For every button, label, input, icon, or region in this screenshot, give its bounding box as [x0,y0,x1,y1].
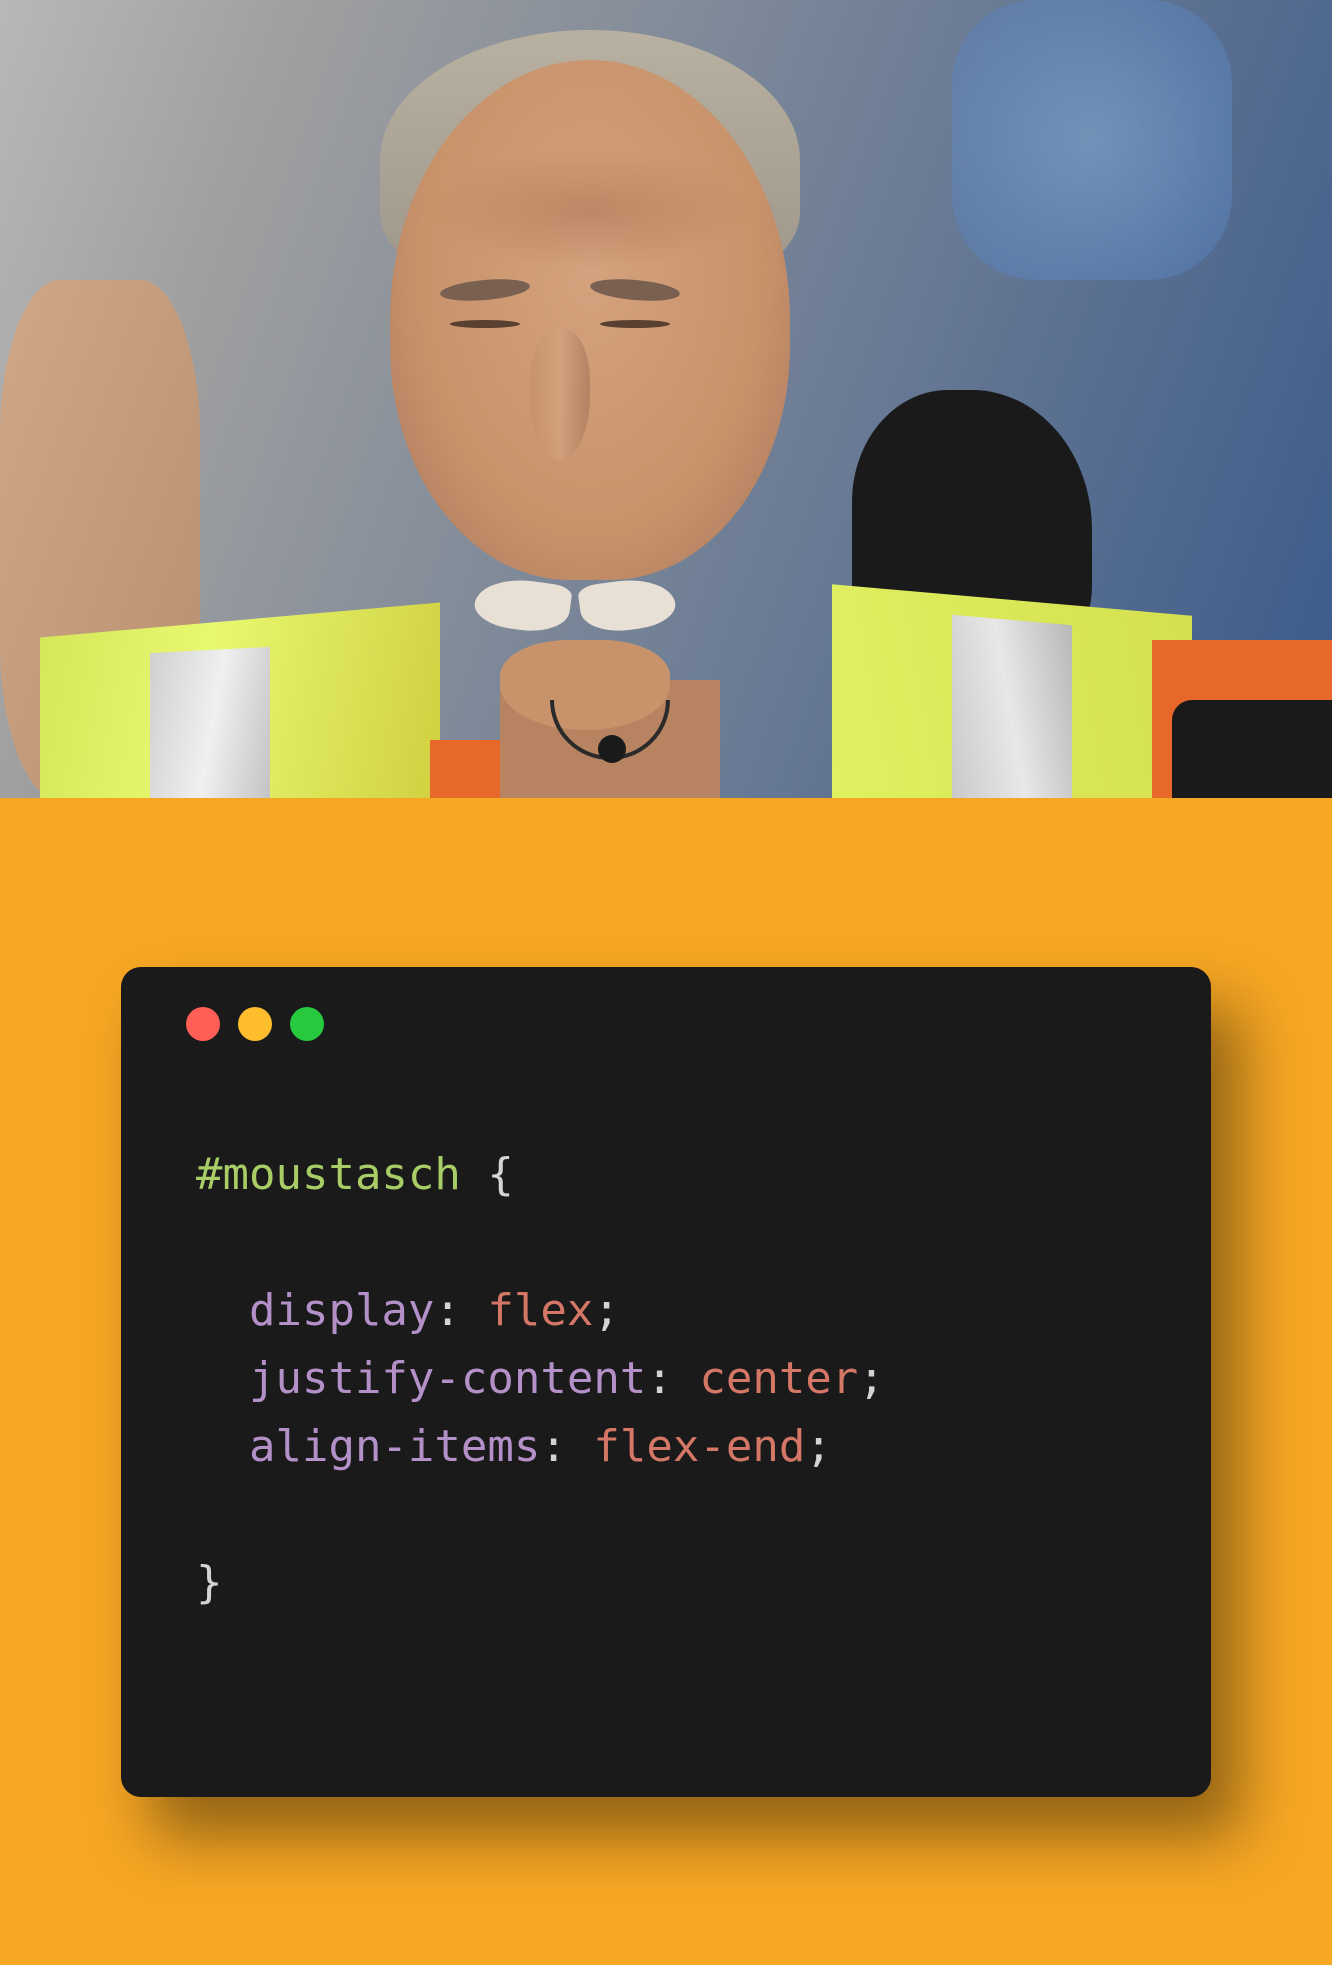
code-block: #moustasch { display: flex; justify-cont… [196,1141,1161,1618]
css-property: display [249,1285,434,1336]
reflective-strip-right [952,615,1072,798]
css-selector: #moustasch [196,1149,461,1200]
dark-object [1172,700,1332,798]
maximize-dot-icon [290,1007,324,1041]
code-panel-background: #moustasch { display: flex; justify-cont… [0,798,1332,1965]
window-traffic-lights [186,1007,1161,1041]
moustache-right [577,574,678,637]
close-brace: } [196,1557,223,1608]
nose [530,330,590,460]
close-dot-icon [186,1007,220,1041]
meme-photo [0,0,1332,798]
blank-line [196,1209,1161,1277]
blank-line [196,1481,1161,1549]
pendant [598,735,626,763]
forehead-shadow [430,150,750,270]
rule-line-2: justify-content: center; [196,1345,1161,1413]
css-property: justify-content [249,1353,646,1404]
code-window: #moustasch { display: flex; justify-cont… [121,967,1211,1797]
face [390,60,790,580]
rule-line-3: align-items: flex-end; [196,1413,1161,1481]
open-brace: { [487,1149,514,1200]
css-value: center [699,1353,858,1404]
selector-line: #moustasch { [196,1141,1161,1209]
rule-line-1: display: flex; [196,1277,1161,1345]
moustache-left [472,574,573,637]
css-value: flex [487,1285,593,1336]
moustache [475,580,675,640]
eye-right [600,320,670,328]
css-value: flex-end [593,1421,805,1472]
close-line: } [196,1549,1161,1617]
bg-water-jug [952,0,1232,280]
css-property: align-items [249,1421,540,1472]
reflective-strip-left [150,647,270,798]
eye-left [450,320,520,328]
minimize-dot-icon [238,1007,272,1041]
